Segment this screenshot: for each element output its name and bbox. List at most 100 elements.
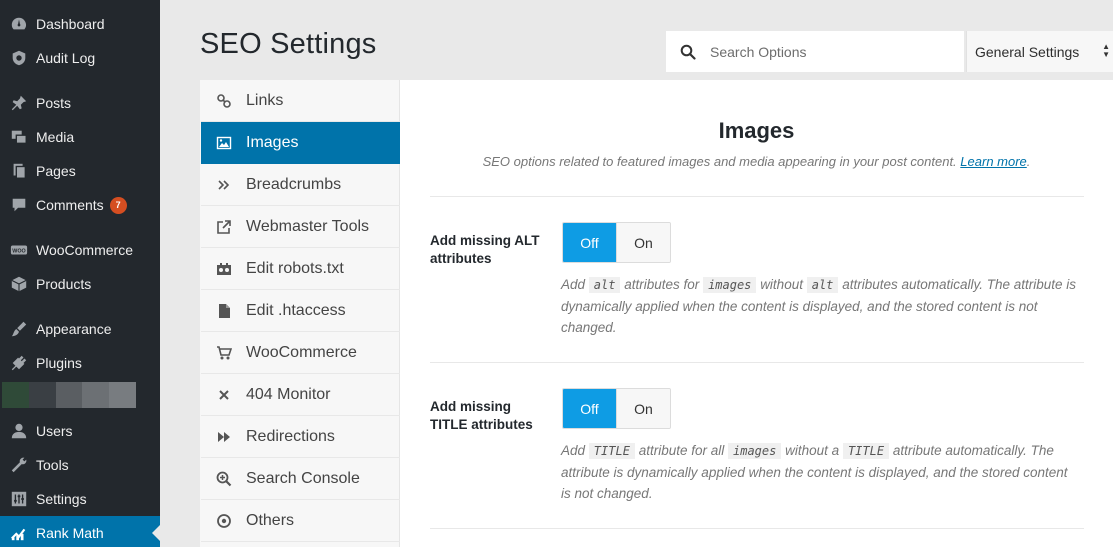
menu-label: Settings [36, 491, 87, 507]
external-link-icon [201, 219, 246, 235]
menu-products[interactable]: Products [0, 267, 160, 301]
nav-label: Edit .htaccess [246, 301, 346, 319]
nav-others[interactable]: Others [201, 500, 400, 542]
circle-dot-icon [201, 513, 246, 529]
toggle-on-option[interactable]: On [616, 223, 670, 262]
image-icon [201, 135, 246, 151]
nav-label: Edit robots.txt [246, 259, 344, 277]
field-label-title: Add missing TITLE attributes [430, 398, 533, 434]
menu-label: Products [36, 276, 92, 292]
alt-attributes-toggle[interactable]: Off On [562, 222, 671, 263]
menu-label: Rank Math [36, 525, 104, 541]
menu-users[interactable]: Users [0, 414, 160, 448]
comments-count-badge: 7 [109, 196, 127, 214]
divider [430, 362, 1084, 363]
search-plus-icon [201, 471, 246, 487]
field-description-title: Add TITLE attribute for all images witho… [561, 440, 1081, 504]
section-title: Images [718, 118, 795, 143]
robot-icon [201, 261, 246, 277]
pages-icon [0, 162, 36, 180]
nav-edit-htaccess[interactable]: Edit .htaccess [201, 290, 400, 332]
menu-media[interactable]: Media [0, 120, 160, 154]
toggle-on-option[interactable]: On [616, 389, 670, 428]
menu-label: Users [36, 423, 73, 439]
menu-label: Plugins [36, 355, 82, 371]
title-attributes-toggle[interactable]: Off On [562, 388, 671, 429]
nav-search-console[interactable]: Search Console [201, 458, 400, 500]
field-label-line: TITLE attributes [430, 417, 533, 432]
menu-label: Appearance [36, 321, 112, 337]
divider [430, 528, 1084, 529]
desc-text: Add [561, 277, 586, 292]
menu-label: Tools [36, 457, 69, 473]
desc-text: attributes for [624, 277, 700, 292]
cart-icon [201, 345, 246, 361]
nav-woocommerce[interactable]: WooCommerce [201, 332, 400, 374]
field-description-alt: Add alt attributes for images without al… [561, 274, 1081, 338]
menu-tools[interactable]: Tools [0, 448, 160, 482]
nav-label: Search Console [246, 469, 360, 487]
nav-label: WooCommerce [246, 343, 357, 361]
toggle-off-option[interactable]: Off [563, 223, 616, 262]
tools-icon [0, 456, 36, 474]
desc-code: alt [588, 277, 621, 293]
settings-content: Images SEO options related to featured i… [400, 80, 1113, 547]
settings-type-select[interactable]: General Settings ▲ ▼ [966, 31, 1113, 72]
svg-text:WOO: WOO [12, 248, 25, 254]
admin-sidebar: Dashboard Audit Log Posts Media Pages Co… [0, 0, 160, 547]
menu-pages[interactable]: Pages [0, 154, 160, 188]
users-icon [0, 422, 36, 440]
nav-redirections[interactable]: Redirections [201, 416, 400, 458]
search-options-box[interactable] [666, 31, 964, 72]
desc-text: without a [785, 443, 840, 458]
plugins-icon [0, 354, 36, 372]
desc-text: Add [561, 443, 586, 458]
menu-audit-log[interactable]: Audit Log [0, 41, 160, 75]
field-label-line: Add missing ALT [430, 233, 540, 248]
learn-more-link[interactable]: Learn more [960, 154, 1026, 169]
nav-label: Others [246, 511, 295, 529]
search-options-input[interactable] [710, 43, 950, 60]
nav-links[interactable]: Links [201, 80, 400, 122]
blurred-menu-item [2, 382, 136, 408]
search-icon [666, 44, 710, 60]
page-title: SEO Settings [200, 28, 377, 60]
audit-log-icon [0, 49, 36, 67]
menu-comments[interactable]: Comments 7 [0, 188, 160, 222]
menu-label: Pages [36, 163, 76, 179]
nav-breadcrumbs[interactable]: Breadcrumbs [201, 164, 400, 206]
divider [430, 196, 1084, 197]
nav-label: Images [246, 133, 299, 151]
field-label-alt: Add missing ALT attributes [430, 232, 540, 268]
menu-posts[interactable]: Posts [0, 86, 160, 120]
dashboard-icon [0, 15, 36, 33]
nav-label: Breadcrumbs [246, 175, 342, 193]
section-description-text: SEO options related to featured images a… [482, 154, 957, 169]
nav-label: 404 Monitor [246, 385, 331, 403]
menu-label: Audit Log [36, 50, 96, 66]
comments-icon [0, 196, 36, 214]
nav-edit-robots[interactable]: Edit robots.txt [201, 248, 400, 290]
menu-dashboard[interactable]: Dashboard [0, 7, 160, 41]
link-icon [201, 93, 246, 109]
menu-plugins[interactable]: Plugins [0, 346, 160, 380]
menu-woocommerce[interactable]: WOO WooCommerce [0, 233, 160, 267]
desc-code: TITLE [588, 443, 635, 459]
menu-rank-math[interactable]: Rank Math [0, 516, 160, 547]
media-icon [0, 128, 36, 146]
toggle-off-option[interactable]: Off [563, 389, 616, 428]
nav-webmaster-tools[interactable]: Webmaster Tools [201, 206, 400, 248]
settings-icon [0, 490, 36, 508]
menu-appearance[interactable]: Appearance [0, 312, 160, 346]
nav-images[interactable]: Images [201, 122, 400, 164]
menu-settings[interactable]: Settings [0, 482, 160, 516]
close-icon [201, 387, 246, 403]
nav-404-monitor[interactable]: 404 Monitor [201, 374, 400, 416]
woocommerce-icon: WOO [0, 241, 36, 259]
nav-label: Webmaster Tools [246, 217, 370, 235]
menu-label: Comments [36, 197, 104, 213]
file-icon [201, 303, 246, 319]
settings-type-value: General Settings [975, 43, 1080, 60]
nav-label: Links [246, 91, 284, 109]
field-label-line: Add missing [430, 399, 512, 414]
